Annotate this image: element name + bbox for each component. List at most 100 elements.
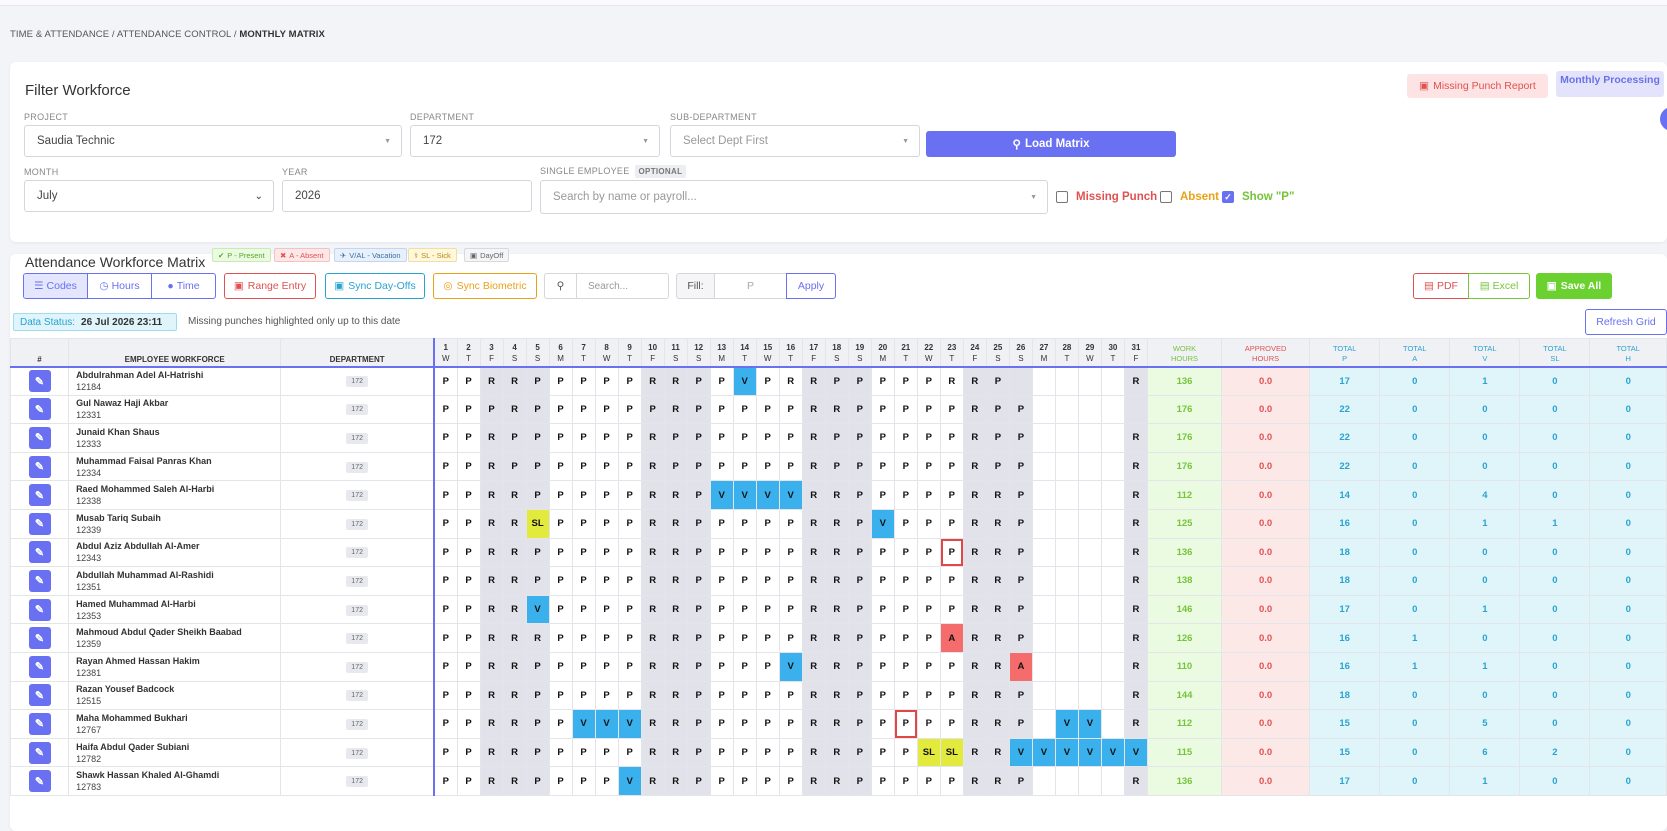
day-cell[interactable]: R bbox=[640, 537, 665, 568]
day-cell[interactable]: R bbox=[525, 623, 550, 653]
day-cell[interactable]: R bbox=[778, 366, 803, 396]
day-cell[interactable] bbox=[1031, 566, 1056, 596]
day-cell[interactable]: P bbox=[686, 423, 711, 453]
day-cell[interactable]: P bbox=[525, 537, 550, 568]
day-cell[interactable] bbox=[1054, 623, 1079, 653]
day-cell[interactable]: P bbox=[732, 423, 757, 453]
edit-icon[interactable]: ✎ bbox=[28, 655, 51, 678]
day-cell[interactable]: R bbox=[801, 709, 826, 739]
day-cell[interactable] bbox=[1054, 423, 1079, 453]
day-cell[interactable]: P bbox=[755, 423, 780, 453]
day-cell[interactable]: P bbox=[1008, 766, 1033, 796]
day-cell[interactable]: P bbox=[617, 623, 642, 653]
day-cell[interactable]: P bbox=[870, 366, 895, 396]
day-cell[interactable]: P bbox=[432, 737, 458, 768]
day-cell[interactable]: P bbox=[939, 394, 964, 425]
day-cell[interactable]: R bbox=[801, 766, 826, 796]
day-cell[interactable]: P bbox=[548, 394, 573, 425]
day-cell[interactable]: R bbox=[663, 737, 688, 768]
day-cell[interactable]: R bbox=[479, 508, 504, 539]
day-cell[interactable]: R bbox=[801, 566, 826, 596]
day-cell[interactable]: R bbox=[1123, 451, 1148, 482]
refresh-grid-button[interactable]: Refresh Grid bbox=[1585, 309, 1667, 335]
day-cell[interactable]: R bbox=[502, 623, 527, 653]
day-cell[interactable]: P bbox=[709, 594, 734, 625]
day-cell[interactable]: P bbox=[686, 366, 711, 396]
day-cell[interactable]: R bbox=[640, 366, 665, 396]
day-cell[interactable]: R bbox=[663, 480, 688, 510]
day-cell[interactable]: P bbox=[432, 423, 458, 453]
day-cell[interactable] bbox=[1054, 651, 1079, 682]
edit-icon[interactable]: ✎ bbox=[28, 770, 51, 793]
fill-input[interactable]: P bbox=[714, 273, 787, 299]
day-cell[interactable]: R bbox=[824, 737, 849, 768]
monthly-processing-button[interactable]: Monthly Processing bbox=[1556, 71, 1664, 97]
day-cell[interactable]: R bbox=[640, 423, 665, 453]
day-cell[interactable]: P bbox=[985, 366, 1010, 396]
day-cell[interactable] bbox=[1054, 766, 1079, 796]
day-cell[interactable]: P bbox=[594, 566, 619, 596]
day-cell[interactable]: R bbox=[985, 566, 1010, 596]
day-cell[interactable] bbox=[1100, 680, 1125, 711]
day-cell[interactable]: P bbox=[916, 366, 941, 396]
day-cell[interactable]: P bbox=[548, 366, 573, 396]
day-cell[interactable]: P bbox=[525, 423, 550, 453]
day-cell[interactable]: SL bbox=[939, 737, 964, 768]
day-cell[interactable]: P bbox=[456, 394, 481, 425]
day-cell[interactable]: P bbox=[916, 651, 941, 682]
day-cell[interactable]: R bbox=[502, 766, 527, 796]
day-cell[interactable]: V bbox=[1077, 737, 1102, 768]
day-cell[interactable]: P bbox=[916, 594, 941, 625]
day-cell[interactable]: R bbox=[985, 594, 1010, 625]
day-cell[interactable]: P bbox=[709, 508, 734, 539]
day-cell[interactable] bbox=[1077, 651, 1102, 682]
day-cell[interactable]: P bbox=[1008, 709, 1033, 739]
day-cell[interactable]: R bbox=[663, 680, 688, 711]
day-cell[interactable]: R bbox=[962, 737, 987, 768]
day-cell[interactable]: R bbox=[479, 680, 504, 711]
day-cell[interactable]: P bbox=[686, 508, 711, 539]
day-cell[interactable]: P bbox=[456, 537, 481, 568]
day-cell[interactable]: P bbox=[870, 566, 895, 596]
day-cell[interactable]: P bbox=[594, 537, 619, 568]
day-cell[interactable]: P bbox=[985, 451, 1010, 482]
day-cell[interactable] bbox=[1054, 394, 1079, 425]
day-cell[interactable]: P bbox=[432, 651, 458, 682]
day-cell[interactable]: R bbox=[663, 594, 688, 625]
day-cell[interactable]: R bbox=[479, 737, 504, 768]
day-cell[interactable]: P bbox=[617, 566, 642, 596]
day-cell[interactable]: P bbox=[847, 623, 872, 653]
day-cell[interactable] bbox=[1031, 680, 1056, 711]
day-cell[interactable]: P bbox=[617, 651, 642, 682]
day-cell[interactable]: P bbox=[686, 709, 711, 739]
day-cell[interactable]: P bbox=[709, 623, 734, 653]
day-cell[interactable] bbox=[1077, 680, 1102, 711]
day-cell[interactable]: P bbox=[1008, 508, 1033, 539]
day-cell[interactable]: P bbox=[571, 737, 596, 768]
day-cell[interactable]: V bbox=[571, 709, 596, 739]
day-cell[interactable]: P bbox=[594, 480, 619, 510]
day-cell[interactable]: P bbox=[1008, 623, 1033, 653]
day-cell[interactable]: R bbox=[479, 594, 504, 625]
day-cell[interactable]: P bbox=[1008, 680, 1033, 711]
day-cell[interactable]: V bbox=[1054, 709, 1079, 739]
day-cell[interactable]: V bbox=[594, 709, 619, 739]
day-cell[interactable]: P bbox=[456, 480, 481, 510]
day-cell[interactable]: P bbox=[709, 451, 734, 482]
day-cell[interactable]: P bbox=[571, 680, 596, 711]
day-cell[interactable] bbox=[1054, 480, 1079, 510]
day-cell[interactable]: P bbox=[893, 594, 918, 625]
day-cell[interactable]: P bbox=[755, 766, 780, 796]
day-cell[interactable]: P bbox=[456, 451, 481, 482]
day-cell[interactable]: P bbox=[525, 737, 550, 768]
day-cell[interactable]: P bbox=[456, 594, 481, 625]
day-cell[interactable]: P bbox=[732, 680, 757, 711]
day-cell[interactable]: P bbox=[479, 394, 504, 425]
day-cell[interactable]: P bbox=[686, 537, 711, 568]
day-cell[interactable] bbox=[1054, 366, 1079, 396]
day-cell[interactable]: P bbox=[732, 594, 757, 625]
day-cell[interactable]: R bbox=[479, 480, 504, 510]
subdept-select[interactable]: Select Dept First ▼ bbox=[670, 125, 920, 157]
day-cell[interactable]: P bbox=[686, 651, 711, 682]
day-cell[interactable]: P bbox=[617, 394, 642, 425]
